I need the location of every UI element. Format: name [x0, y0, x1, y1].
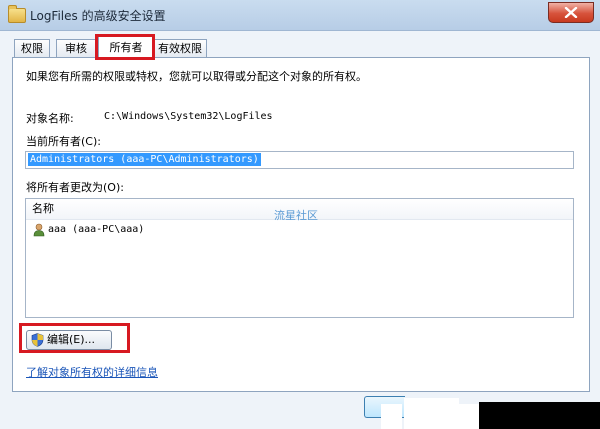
edit-button-label: 编辑(E)...: [47, 333, 96, 346]
close-button[interactable]: [548, 2, 594, 23]
column-header-name[interactable]: 名称: [32, 199, 54, 219]
watermark-text: 流星社区: [274, 209, 318, 222]
redaction-mask: [479, 402, 600, 429]
redaction-mask: [381, 404, 402, 429]
current-owner-field[interactable]: Administrators (aaa-PC\Administrators): [25, 151, 574, 169]
user-icon: [33, 223, 45, 237]
current-owner-label: 当前所有者(C):: [26, 135, 101, 148]
tab-owner[interactable]: 所有者: [98, 36, 154, 59]
redaction-mask: [404, 398, 459, 429]
window-title: LogFiles 的高级安全设置: [30, 9, 166, 23]
object-name-label: 对象名称:: [26, 112, 74, 125]
object-name-value: C:\Windows\System32\LogFiles: [104, 111, 273, 122]
current-owner-value: Administrators (aaa-PC\Administrators): [28, 153, 261, 166]
learn-ownership-link[interactable]: 了解对象所有权的详细信息: [26, 364, 158, 380]
description-text: 如果您有所需的权限或特权，您就可以取得或分配这个对象的所有权。: [26, 70, 367, 83]
list-item-name: aaa (aaa-PC\aaa): [48, 224, 145, 235]
tab-permissions[interactable]: 权限: [14, 39, 50, 58]
edit-button[interactable]: 编辑(E)...: [26, 330, 112, 350]
change-owner-label: 将所有者更改为(O):: [26, 181, 124, 194]
uac-shield-icon: [31, 333, 44, 347]
close-icon: [564, 7, 578, 18]
folder-icon: [8, 5, 26, 23]
title-bar: LogFiles 的高级安全设置: [0, 0, 600, 31]
list-item[interactable]: aaa (aaa-PC\aaa): [26, 221, 573, 239]
tab-auditing[interactable]: 审核: [56, 39, 96, 58]
tab-effective-permissions[interactable]: 有效权限: [153, 39, 207, 58]
redaction-mask: [459, 404, 479, 429]
